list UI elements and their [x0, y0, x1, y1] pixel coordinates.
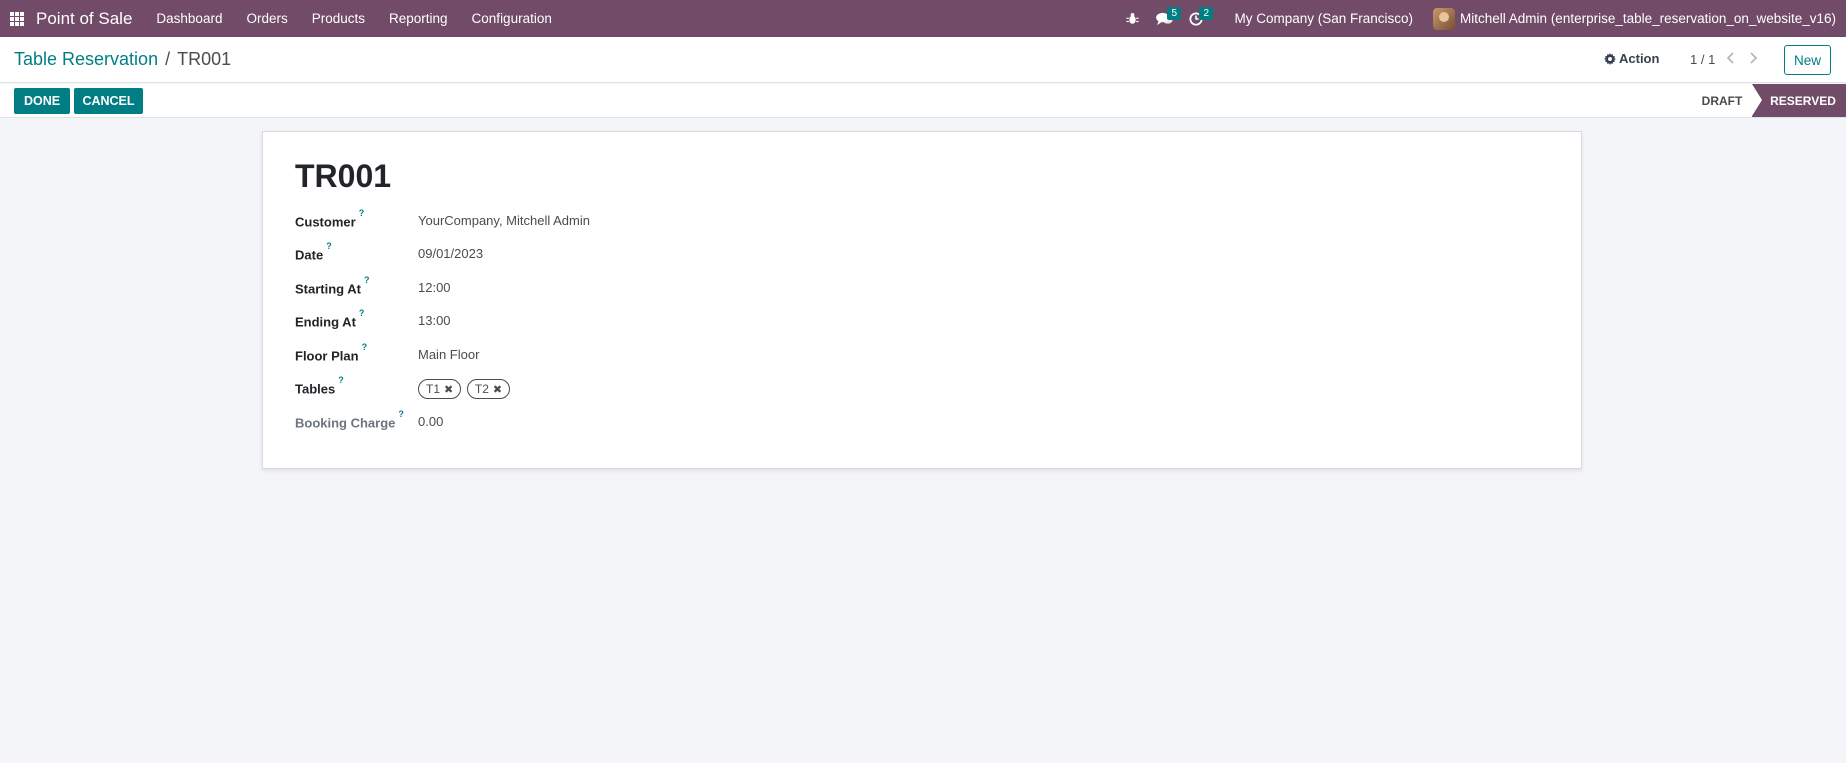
form-statusbar: DONE CANCEL DRAFT RESERVED — [0, 84, 1846, 118]
remove-tag-icon[interactable]: ✖ — [493, 383, 502, 396]
pager-value[interactable]: 1 / 1 — [1690, 52, 1715, 67]
cancel-button[interactable]: CANCEL — [74, 88, 143, 114]
booking-charge-value: 0.00 — [418, 414, 444, 429]
help-icon[interactable]: ? — [338, 375, 344, 385]
field-booking-charge: Booking Charge? 0.00 — [295, 409, 895, 436]
apps-menu-icon[interactable] — [10, 11, 24, 26]
pager-previous-icon[interactable] — [1726, 51, 1740, 67]
menu-products[interactable]: Products — [300, 0, 377, 37]
customer-label: Customer? — [295, 208, 365, 230]
breadcrumb-parent[interactable]: Table Reservation — [14, 49, 158, 70]
menu-dashboard[interactable]: Dashboard — [144, 0, 234, 37]
field-date: Date? 09/01/2023 — [295, 241, 895, 268]
messages-icon[interactable]: 5 — [1152, 0, 1182, 37]
done-button[interactable]: DONE — [14, 88, 70, 114]
help-icon[interactable]: ? — [398, 409, 404, 419]
top-navbar: Point of Sale Dashboard Orders Products … — [0, 0, 1846, 37]
help-icon[interactable]: ? — [362, 342, 368, 352]
table-tag-t1[interactable]: T1 ✖ — [418, 379, 462, 399]
user-menu[interactable]: Mitchell Admin (enterprise_table_reserva… — [1433, 7, 1836, 30]
breadcrumb: Table Reservation / TR001 — [14, 49, 231, 70]
systray: 5 2 My Company (San Francisco) Mitchell … — [1116, 0, 1846, 37]
starting-at-label: Starting At? — [295, 275, 370, 297]
remove-tag-icon[interactable]: ✖ — [444, 383, 453, 396]
new-record-button[interactable]: New — [1784, 45, 1831, 75]
booking-charge-label: Booking Charge? — [295, 409, 404, 431]
breadcrumb-separator: / — [165, 49, 171, 69]
debug-bug-icon[interactable] — [1120, 0, 1144, 37]
stage-draft[interactable]: DRAFT — [1694, 84, 1750, 117]
ending-at-label: Ending At? — [295, 308, 365, 330]
table-tag-t2[interactable]: T2 ✖ — [466, 379, 511, 399]
avatar — [1433, 7, 1456, 30]
field-floor-plan: Floor Plan? Main Floor — [295, 342, 895, 369]
help-icon[interactable]: ? — [359, 308, 365, 318]
help-icon[interactable]: ? — [359, 208, 365, 218]
starting-at-value[interactable]: 12:00 — [418, 280, 451, 295]
main-menu: Dashboard Orders Products Reporting Conf… — [144, 0, 563, 37]
ending-at-value[interactable]: 13:00 — [418, 313, 451, 328]
action-label: Action — [1619, 51, 1660, 66]
tables-label: Tables? — [295, 375, 344, 397]
action-menu-button[interactable]: Action — [1604, 51, 1659, 66]
form-sheet: TR001 Customer? YourCompany, Mitchell Ad… — [262, 131, 1582, 469]
help-icon[interactable]: ? — [326, 241, 332, 251]
menu-orders[interactable]: Orders — [234, 0, 299, 37]
activities-count-badge: 2 — [1199, 7, 1214, 20]
floor-plan-value[interactable]: Main Floor — [418, 347, 479, 362]
field-customer: Customer? YourCompany, Mitchell Admin — [295, 208, 895, 235]
help-icon[interactable]: ? — [364, 275, 370, 285]
breadcrumb-current: TR001 — [177, 49, 232, 69]
tables-tags[interactable]: T1 ✖ T2 ✖ — [418, 379, 512, 399]
company-switcher[interactable]: My Company (San Francisco) — [1234, 11, 1413, 26]
customer-value[interactable]: YourCompany, Mitchell Admin — [418, 213, 590, 228]
activities-clock-icon[interactable]: 2 — [1184, 0, 1214, 37]
floor-plan-label: Floor Plan? — [295, 342, 368, 364]
field-tables: Tables? T1 ✖ T2 ✖ — [295, 375, 895, 402]
user-name: Mitchell Admin (enterprise_table_reserva… — [1460, 11, 1836, 26]
pager-next-icon[interactable] — [1748, 51, 1762, 67]
field-starting-at: Starting At? 12:00 — [295, 275, 895, 302]
stage-reserved[interactable]: RESERVED — [1752, 84, 1846, 117]
menu-configuration[interactable]: Configuration — [460, 0, 564, 37]
menu-reporting[interactable]: Reporting — [377, 0, 460, 37]
control-panel: Table Reservation / TR001 Action 1 / 1 N… — [0, 37, 1846, 83]
app-brand[interactable]: Point of Sale — [36, 9, 132, 29]
date-value[interactable]: 09/01/2023 — [418, 246, 483, 261]
field-ending-at: Ending At? 13:00 — [295, 308, 895, 335]
record-title: TR001 — [295, 158, 392, 194]
date-label: Date? — [295, 241, 332, 263]
messages-count-badge: 5 — [1167, 7, 1182, 20]
gear-icon — [1604, 52, 1616, 65]
